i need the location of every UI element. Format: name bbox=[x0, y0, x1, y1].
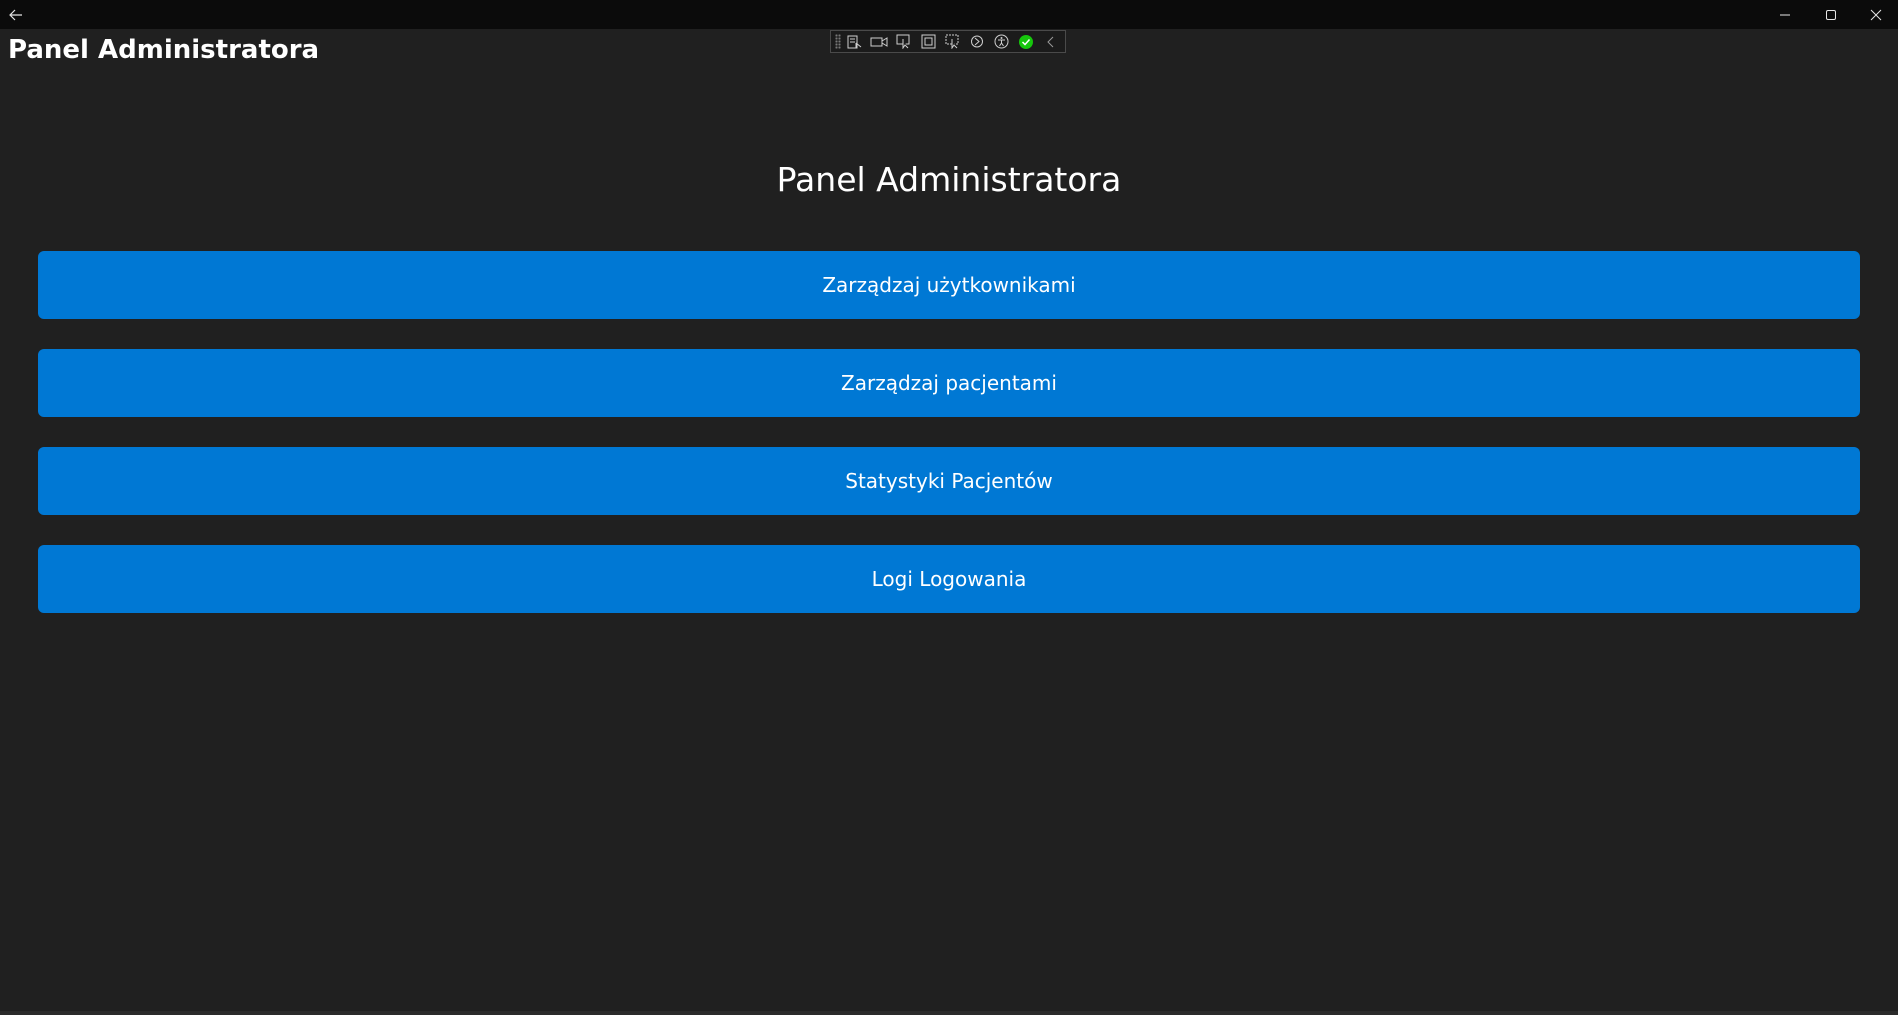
record-icon[interactable] bbox=[869, 31, 889, 52]
select-element-icon[interactable] bbox=[894, 31, 914, 52]
app-title: Panel Administratora bbox=[8, 35, 320, 65]
status-ok-icon[interactable] bbox=[1016, 31, 1036, 52]
page-heading: Panel Administratora bbox=[776, 160, 1122, 199]
manage-patients-button[interactable]: Zarządzaj pacjentami bbox=[38, 349, 1860, 417]
login-logs-button[interactable]: Logi Logowania bbox=[38, 545, 1860, 613]
accessibility-icon[interactable] bbox=[992, 31, 1012, 52]
minimize-button[interactable] bbox=[1762, 0, 1808, 29]
hot-reload-icon[interactable] bbox=[967, 31, 987, 52]
back-button[interactable] bbox=[0, 0, 32, 29]
back-arrow-icon bbox=[9, 9, 22, 20]
minimize-icon bbox=[1780, 14, 1790, 15]
patient-statistics-button[interactable]: Statystyki Pacjentów bbox=[38, 447, 1860, 515]
close-button[interactable] bbox=[1854, 0, 1898, 29]
maximize-button[interactable] bbox=[1808, 0, 1854, 29]
window-bottom-edge bbox=[0, 1011, 1898, 1015]
window-titlebar bbox=[0, 0, 1898, 29]
maximize-icon bbox=[1826, 9, 1836, 20]
display-layout-adorners-icon[interactable] bbox=[918, 31, 938, 52]
xaml-debug-toolbar bbox=[830, 30, 1066, 53]
track-focus-icon[interactable] bbox=[943, 31, 963, 52]
live-visual-tree-icon[interactable] bbox=[845, 31, 865, 52]
manage-users-button[interactable]: Zarządzaj użytkownikami bbox=[38, 251, 1860, 319]
collapse-icon[interactable] bbox=[1040, 31, 1060, 52]
close-icon bbox=[1870, 9, 1882, 20]
toolbar-grip-icon[interactable] bbox=[835, 34, 841, 49]
